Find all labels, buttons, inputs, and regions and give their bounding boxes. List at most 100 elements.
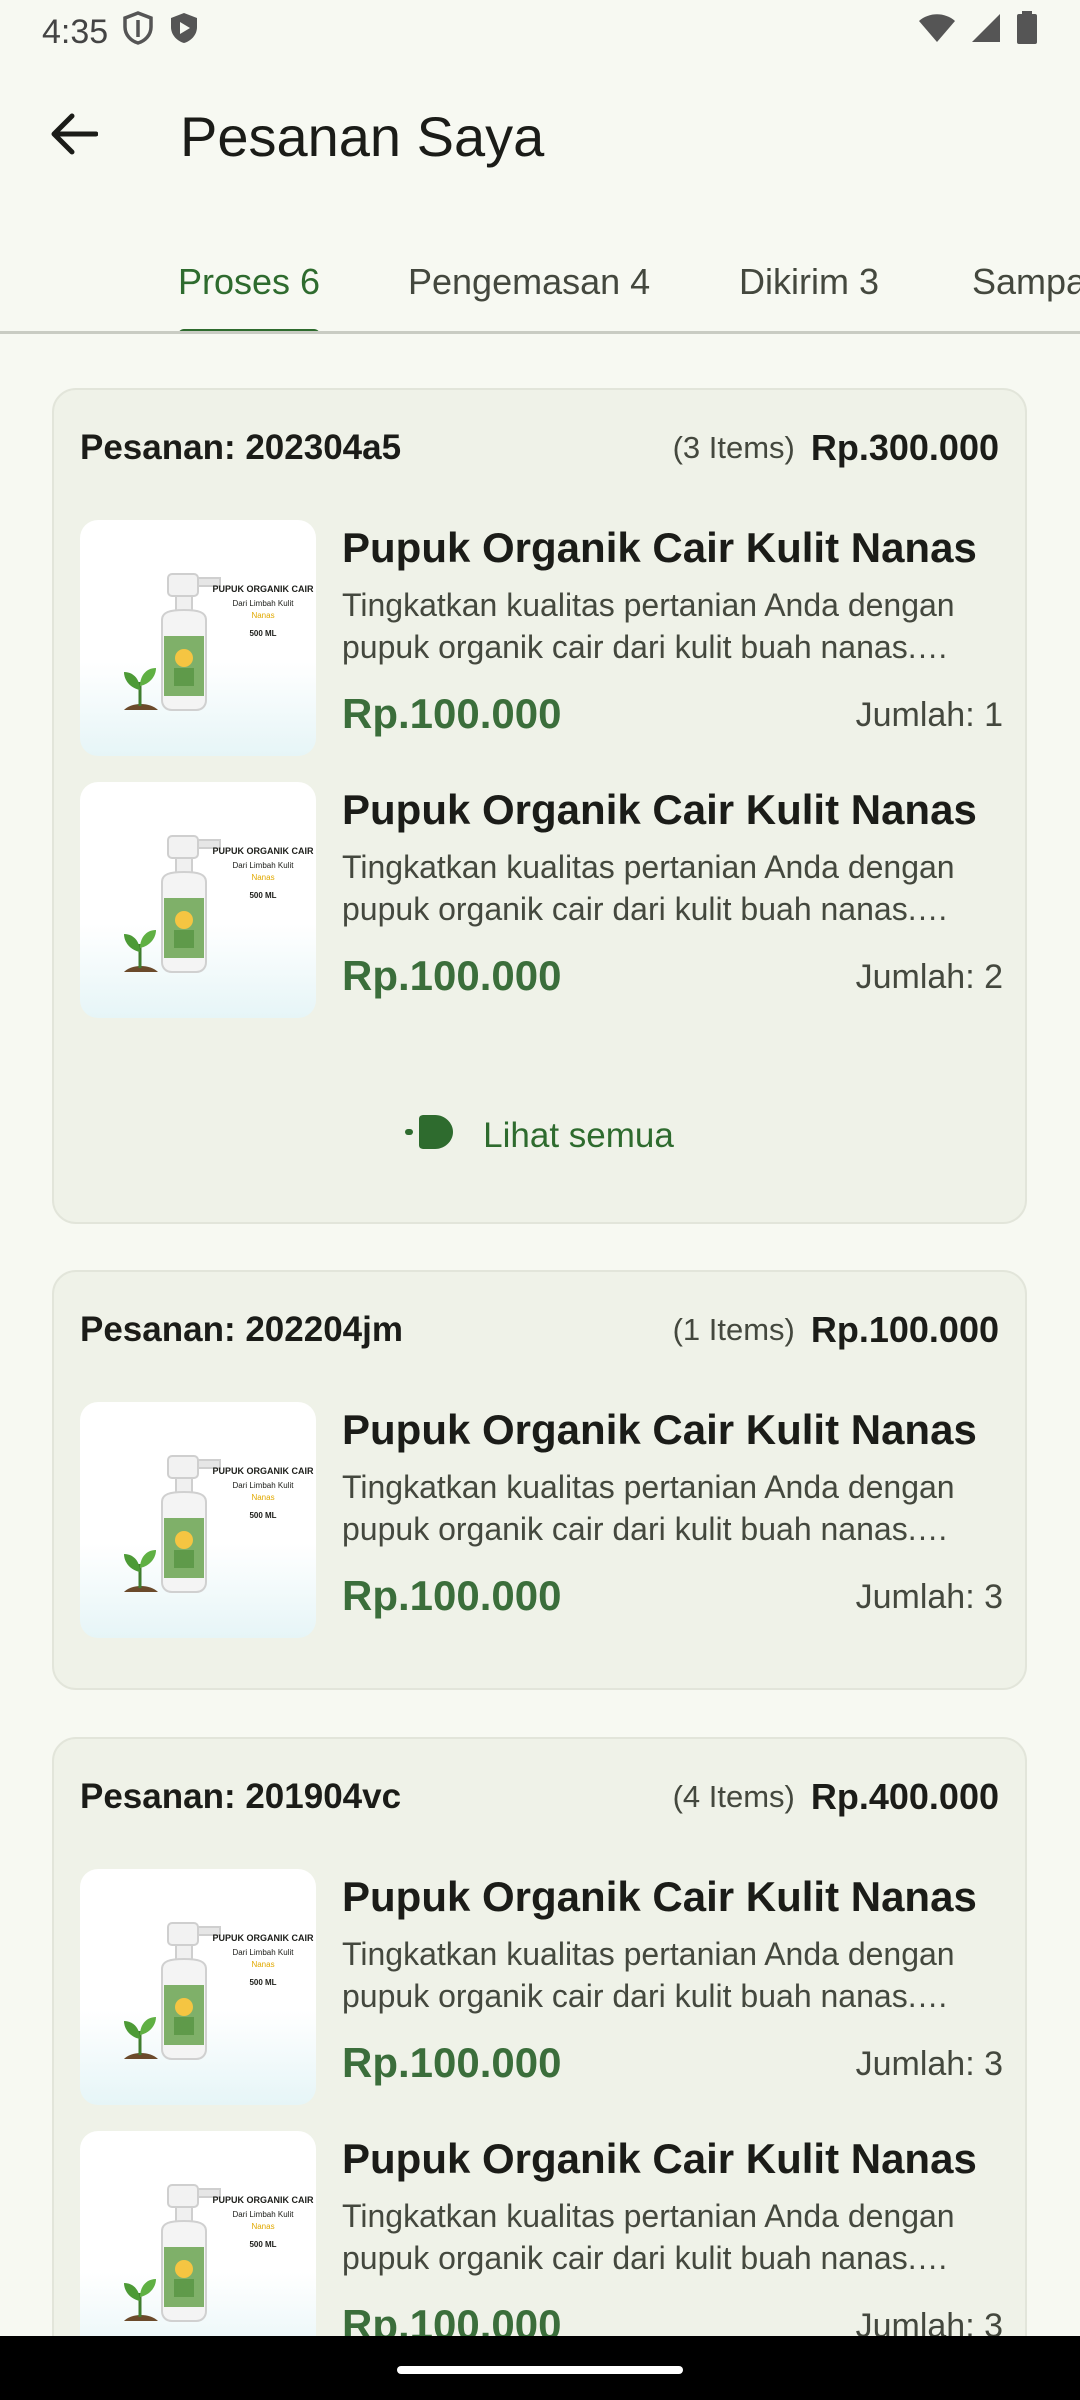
- product-label-text: PUPUK ORGANIK CAIR: [212, 584, 314, 594]
- product-price: Rp.100.000: [342, 1572, 562, 1619]
- order-header: Pesanan: 202304a5 (3 Items) Rp.300.000: [80, 418, 999, 478]
- product-image: PUPUK ORGANIK CAIR Dari Limbah Kulit Nanas…: [80, 2131, 316, 2367]
- product-illustration: PUPUK ORGANIK CAIR Dari Limbah Kulit Nanas…: [124, 1922, 314, 2060]
- order-total: Rp.300.000: [810, 427, 999, 468]
- app-bar: Pesanan Saya: [0, 80, 1080, 192]
- order-items-count: (1 Items): [672, 1312, 795, 1347]
- arrow-right-circle-icon: [405, 1114, 455, 1158]
- product-name: Pupuk Organik Cair Kulit Nanas: [342, 786, 977, 833]
- product-image: PUPUK ORGANIK CAIR Dari Limbah Kulit Nanas…: [80, 782, 316, 1018]
- product-name: Pupuk Organik Cair Kulit Nanas: [342, 524, 977, 571]
- product-label-text: 500 ML: [249, 629, 276, 638]
- product-illustration: PUPUK ORGANIK CAIR Dari Limbah Kulit Nanas…: [124, 2184, 314, 2322]
- product-illustration: PUPUK ORGANIK CAIR Dari Limbah Kulit Nanas…: [124, 573, 314, 711]
- product-description: Tingkatkan kualitas pertanian Anda denga…: [342, 1469, 955, 1547]
- order-status-tabs: Proses 6 Pengemasan 4 Dikirim 3 Sampai: [0, 230, 1080, 334]
- plant-icon: [124, 668, 158, 710]
- order-product-item[interactable]: PUPUK ORGANIK CAIR Dari Limbah Kulit Nanas…: [80, 1869, 1003, 2105]
- product-label-text: PUPUK ORGANIK CAIR: [212, 1933, 314, 1943]
- product-label-text: 500 ML: [249, 2240, 276, 2249]
- tab-pengemasan[interactable]: Pengemasan 4: [408, 230, 651, 331]
- product-name: Pupuk Organik Cair Kulit Nanas: [342, 1406, 977, 1453]
- order-id: Pesanan: 201904vc: [80, 1777, 402, 1816]
- product-label-text: Nanas: [251, 1493, 274, 1502]
- product-label-text: Dari Limbah Kulit: [233, 1481, 295, 1490]
- home-gesture-handle[interactable]: [397, 2366, 683, 2374]
- page-title: Pesanan Saya: [180, 104, 545, 168]
- product-image: PUPUK ORGANIK CAIR Dari Limbah Kulit Nanas…: [80, 1869, 316, 2105]
- order-items-count: (3 Items): [672, 430, 795, 465]
- order-product-item[interactable]: PUPUK ORGANIK CAIR Dari Limbah Kulit Nanas…: [80, 2131, 1003, 2367]
- product-image: PUPUK ORGANIK CAIR Dari Limbah Kulit Nanas…: [80, 1402, 316, 1638]
- product-label-text: PUPUK ORGANIK CAIR: [212, 846, 314, 856]
- wifi-icon: [918, 13, 956, 52]
- product-label-text: Dari Limbah Kulit: [233, 2210, 295, 2219]
- spray-bottle-icon: [161, 2184, 221, 2322]
- product-price: Rp.100.000: [342, 2039, 562, 2086]
- plant-icon: [124, 2017, 158, 2059]
- product-label-text: 500 ML: [249, 891, 276, 900]
- product-label-text: Dari Limbah Kulit: [233, 1948, 295, 1957]
- product-quantity: Jumlah: 1: [855, 696, 1003, 734]
- order-id: Pesanan: 202304a5: [80, 428, 402, 467]
- product-description: Tingkatkan kualitas pertanian Anda denga…: [342, 2198, 955, 2276]
- order-card[interactable]: Pesanan: 201904vc (4 Items) Rp.400.000 P…: [52, 1737, 1027, 2400]
- product-label-text: Nanas: [251, 2222, 274, 2231]
- product-label-text: Dari Limbah Kulit: [233, 861, 295, 870]
- product-quantity: Jumlah: 2: [855, 958, 1003, 996]
- order-id: Pesanan: 202204jm: [80, 1310, 403, 1349]
- product-name: Pupuk Organik Cair Kulit Nanas: [342, 2135, 977, 2182]
- order-header: Pesanan: 202204jm (1 Items) Rp.100.000: [80, 1300, 999, 1360]
- product-illustration: PUPUK ORGANIK CAIR Dari Limbah Kulit Nanas…: [124, 835, 314, 973]
- plant-icon: [124, 2279, 158, 2321]
- product-label-text: Nanas: [251, 873, 274, 882]
- product-label-text: PUPUK ORGANIK CAIR: [212, 1466, 314, 1476]
- tab-label: Proses 6: [178, 261, 321, 302]
- order-product-item[interactable]: PUPUK ORGANIK CAIR Dari Limbah Kulit Nanas…: [80, 782, 1003, 1018]
- order-product-item[interactable]: PUPUK ORGANIK CAIR Dari Limbah Kulit Nanas…: [80, 1402, 1003, 1638]
- order-header: Pesanan: 201904vc (4 Items) Rp.400.000: [80, 1767, 999, 1827]
- see-all-label: Lihat semua: [483, 1116, 674, 1155]
- tab-dikirim[interactable]: Dikirim 3: [739, 230, 879, 331]
- shield-icon: [122, 10, 154, 54]
- tab-proses[interactable]: Proses 6: [178, 230, 321, 331]
- product-name: Pupuk Organik Cair Kulit Nanas: [342, 1873, 977, 1920]
- product-label-text: Nanas: [251, 1960, 274, 1969]
- plant-icon: [124, 930, 158, 972]
- product-label-text: Nanas: [251, 611, 274, 620]
- play-protect-icon: [168, 11, 200, 54]
- signal-icon: [970, 12, 1002, 53]
- product-label-text: Dari Limbah Kulit: [233, 599, 295, 608]
- product-illustration: PUPUK ORGANIK CAIR Dari Limbah Kulit Nanas…: [124, 1455, 314, 1593]
- order-total: Rp.400.000: [810, 1776, 999, 1817]
- tab-label: Sampai: [972, 261, 1080, 302]
- tab-label: Dikirim 3: [739, 261, 879, 302]
- product-description: Tingkatkan kualitas pertanian Anda denga…: [342, 1936, 955, 2014]
- battery-icon: [1016, 10, 1038, 54]
- order-card[interactable]: Pesanan: 202304a5 (3 Items) Rp.300.000 P…: [52, 388, 1027, 1224]
- product-label-text: 500 ML: [249, 1511, 276, 1520]
- see-all-button[interactable]: Lihat semua: [54, 1096, 1025, 1176]
- product-description: Tingkatkan kualitas pertanian Anda denga…: [342, 587, 955, 665]
- product-price: Rp.100.000: [342, 952, 562, 999]
- order-card[interactable]: Pesanan: 202204jm (1 Items) Rp.100.000 P…: [52, 1270, 1027, 1690]
- product-label-text: 500 ML: [249, 1978, 276, 1987]
- system-navigation-bar: [0, 2336, 1080, 2400]
- product-quantity: Jumlah: 3: [855, 1578, 1003, 1616]
- spray-bottle-icon: [161, 1455, 221, 1593]
- product-quantity: Jumlah: 3: [855, 2045, 1003, 2083]
- status-time: 4:35: [42, 12, 109, 51]
- active-tab-indicator: [178, 329, 321, 331]
- spray-bottle-icon: [161, 573, 221, 711]
- product-image: PUPUK ORGANIK CAIR Dari Limbah Kulit Nanas…: [80, 520, 316, 756]
- tab-label: Pengemasan 4: [408, 261, 651, 302]
- order-product-item[interactable]: PUPUK ORGANIK CAIR Dari Limbah Kulit Nanas…: [80, 520, 1003, 756]
- back-button[interactable]: [18, 80, 130, 192]
- order-total: Rp.100.000: [810, 1309, 999, 1350]
- product-label-text: PUPUK ORGANIK CAIR: [212, 2195, 314, 2205]
- plant-icon: [124, 1550, 158, 1592]
- product-price: Rp.100.000: [342, 690, 562, 737]
- tab-sampai[interactable]: Sampai: [972, 230, 1080, 331]
- spray-bottle-icon: [161, 1922, 221, 2060]
- product-description: Tingkatkan kualitas pertanian Anda denga…: [342, 849, 955, 927]
